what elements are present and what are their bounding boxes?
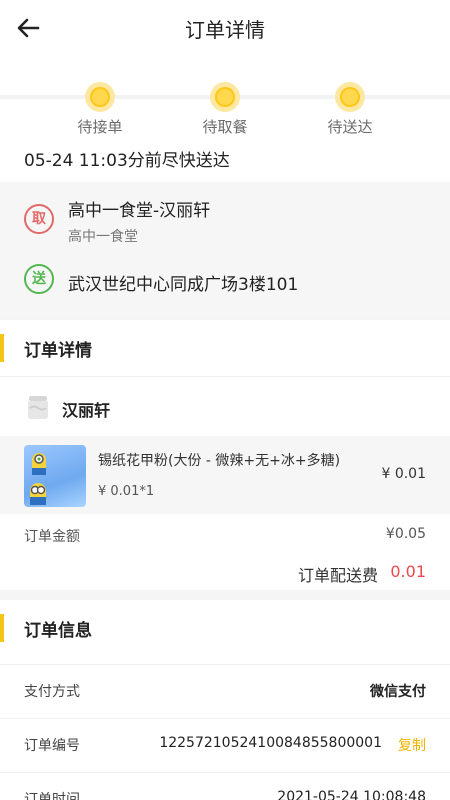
item-name: 锡纸花甲粉(大份 - 微辣+无+冰+多糖) <box>98 453 341 469</box>
step-waiting-delivery: 待送达 <box>305 82 395 137</box>
item-price: ¥ 0.01 <box>381 466 426 482</box>
step-dot-icon <box>335 82 365 112</box>
section-title: 订单信息 <box>24 621 92 641</box>
order-progress: 待接单 待取餐 待送达 <box>0 72 450 138</box>
order-info-header: 订单信息 <box>0 600 450 660</box>
address-block: 取 高中一食堂-汉丽轩 高中一食堂 送 武汉世纪中心同成广场3楼101 <box>0 182 450 316</box>
shop-name: 汉丽轩 <box>62 401 111 420</box>
divider <box>0 590 450 600</box>
pickup-subtitle: 高中一食堂 <box>68 229 138 245</box>
pickup-name: 高中一食堂-汉丽轩 <box>68 201 211 221</box>
payment-method-value: 微信支付 <box>370 684 426 700</box>
step-label: 待取餐 <box>202 118 248 136</box>
step-dot-icon <box>210 82 240 112</box>
shop-row: 汉丽轩 <box>0 376 450 436</box>
item-quantity: ¥ 0.01*1 <box>98 484 155 499</box>
payment-method-row: 支付方式 微信支付 <box>0 664 450 716</box>
order-number-row: 订单编号 1225721052410084855800001 复制 <box>0 718 450 770</box>
step-waiting-accept: 待接单 <box>55 82 145 137</box>
step-dot-icon <box>85 82 115 112</box>
copy-button[interactable]: 复制 <box>398 735 426 755</box>
delivery-fee-value: 0.01 <box>390 562 426 581</box>
minion-image-icon <box>30 453 46 505</box>
delivery-address: 武汉世纪中心同成广场3楼101 <box>68 275 299 295</box>
order-number-value: 1225721052410084855800001 <box>159 735 382 751</box>
order-number-label: 订单编号 <box>24 738 80 754</box>
delivery-badge-icon: 送 <box>24 264 54 294</box>
delivery-fee-row: 订单配送费 0.01 <box>0 556 450 590</box>
step-waiting-pickup: 待取餐 <box>180 82 270 137</box>
pickup-badge-icon: 取 <box>24 204 54 234</box>
order-amount-row: 订单金额 ¥0.05 <box>0 518 450 554</box>
page-title: 订单详情 <box>185 18 265 42</box>
order-item[interactable]: 锡纸花甲粉(大份 - 微辣+无+冰+多糖) ¥ 0.01*1 ¥ 0.01 <box>0 436 450 514</box>
section-title: 订单详情 <box>24 341 92 361</box>
step-label: 待接单 <box>77 118 123 136</box>
section-accent-bar <box>0 614 4 642</box>
order-time-row: 订单时间 2021-05-24 10:08:48 <box>0 772 450 800</box>
order-amount-value: ¥0.05 <box>385 526 426 542</box>
order-amount-label: 订单金额 <box>24 529 80 545</box>
section-accent-bar <box>0 334 4 362</box>
delivery-eta: 05-24 11:03分前尽快送达 <box>24 151 230 171</box>
payment-method-label: 支付方式 <box>24 684 80 700</box>
delivery-fee-label: 订单配送费 <box>297 566 378 585</box>
shop-jar-icon <box>28 396 48 419</box>
order-time-value: 2021-05-24 10:08:48 <box>277 789 426 800</box>
step-label: 待送达 <box>327 118 373 136</box>
item-thumbnail <box>24 445 86 507</box>
app-header: 订单详情 <box>0 0 450 56</box>
order-time-label: 订单时间 <box>24 792 80 800</box>
order-detail-header: 订单详情 <box>0 320 450 376</box>
